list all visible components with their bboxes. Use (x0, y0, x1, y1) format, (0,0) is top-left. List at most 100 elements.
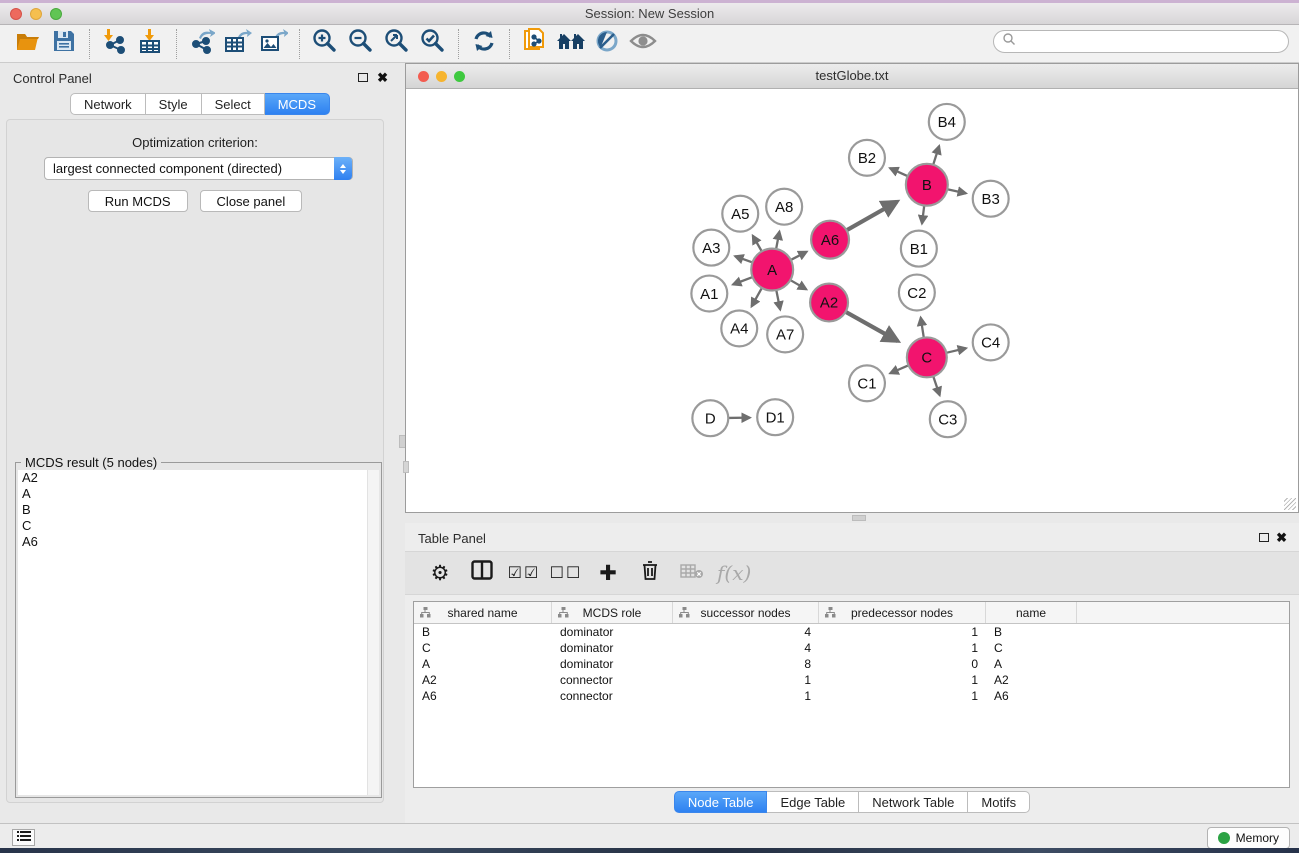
node-A4[interactable]: A4 (721, 310, 757, 346)
node-A8[interactable]: A8 (766, 189, 802, 225)
hide-selected-button[interactable] (589, 28, 625, 60)
criterion-dropdown[interactable]: largest connected component (directed) (44, 157, 353, 180)
node-B[interactable]: B (906, 164, 948, 206)
column-header-shared-name[interactable]: shared name (414, 602, 552, 623)
node-B2[interactable]: B2 (849, 140, 885, 176)
tab-node-table[interactable]: Node Table (674, 791, 768, 813)
tab-motifs[interactable]: Motifs (968, 791, 1030, 813)
deselect-all-rows-button[interactable]: ☐☐ (549, 563, 583, 583)
close-window-button[interactable] (10, 8, 22, 20)
edge-A6-B[interactable] (847, 202, 897, 231)
import-table-button[interactable] (133, 28, 169, 60)
result-item[interactable]: A2 (18, 470, 379, 486)
tab-mcds[interactable]: MCDS (265, 93, 330, 115)
zoom-in-button[interactable] (307, 28, 343, 60)
edge-C-C1[interactable] (890, 365, 908, 373)
node-C1[interactable]: C1 (849, 365, 885, 401)
column-visibility-button[interactable] (465, 560, 499, 586)
mcds-result-list[interactable]: A2ABCA6 (18, 470, 379, 795)
node-C3[interactable]: C3 (930, 401, 966, 437)
node-B3[interactable]: B3 (973, 181, 1009, 217)
zoom-fit-button[interactable] (379, 28, 415, 60)
edge-A-A5[interactable] (753, 236, 762, 252)
node-A6[interactable]: A6 (811, 221, 849, 259)
table-row[interactable]: A2connector11A2 (414, 672, 1289, 688)
close-table-panel-icon[interactable]: ✖ (1276, 530, 1287, 546)
horizontal-splitter-handle[interactable] (852, 515, 866, 521)
window-resize-grip[interactable] (1284, 498, 1296, 510)
select-all-rows-button[interactable]: ☑☑ (507, 563, 541, 583)
new-network-from-selection-button[interactable] (517, 28, 553, 60)
node-A3[interactable]: A3 (693, 230, 729, 266)
edge-A-A8[interactable] (776, 232, 779, 249)
delete-column-button[interactable] (633, 560, 667, 587)
show-panels-button[interactable] (12, 829, 35, 846)
zoom-network-button[interactable] (454, 71, 465, 82)
result-list-scrollbar[interactable] (367, 470, 379, 795)
table-row[interactable]: A6connector11A6 (414, 688, 1289, 704)
edge-B-B2[interactable] (890, 168, 908, 176)
node-B4[interactable]: B4 (929, 104, 965, 140)
edge-A-A2[interactable] (790, 280, 806, 289)
edge-C-C4[interactable] (946, 348, 966, 353)
edge-A-A1[interactable] (733, 277, 753, 284)
table-row[interactable]: Bdominator41B (414, 624, 1289, 640)
zoom-out-button[interactable] (343, 28, 379, 60)
tab-network[interactable]: Network (70, 93, 146, 115)
close-panel-icon[interactable]: ✖ (377, 70, 388, 86)
column-header-MCDS-role[interactable]: MCDS role (552, 602, 673, 623)
table-row[interactable]: Adominator80A (414, 656, 1289, 672)
edge-C-C3[interactable] (933, 376, 939, 395)
export-image-button[interactable] (256, 28, 292, 60)
tab-style[interactable]: Style (146, 93, 202, 115)
edge-B-B1[interactable] (922, 206, 924, 224)
run-mcds-button[interactable]: Run MCDS (88, 190, 188, 212)
search-input[interactable] (1016, 35, 1288, 49)
table-row[interactable]: Cdominator41C (414, 640, 1289, 656)
zoom-selected-button[interactable] (415, 28, 451, 60)
edge-A-A7[interactable] (776, 290, 780, 309)
export-table-button[interactable] (220, 28, 256, 60)
result-item[interactable]: B (18, 502, 379, 518)
edge-A2-C[interactable] (846, 312, 898, 341)
tab-edge-table[interactable]: Edge Table (767, 791, 859, 813)
save-session-button[interactable] (46, 28, 82, 60)
edge-B-B3[interactable] (947, 189, 966, 193)
close-panel-button[interactable]: Close panel (200, 190, 303, 212)
memory-button[interactable]: Memory (1207, 827, 1290, 849)
column-header-successor-nodes[interactable]: successor nodes (673, 602, 819, 623)
float-table-panel-icon[interactable] (1259, 533, 1269, 542)
horizontal-splitter[interactable] (405, 513, 1299, 523)
close-network-button[interactable] (418, 71, 429, 82)
minimize-window-button[interactable] (30, 8, 42, 20)
node-A5[interactable]: A5 (722, 196, 758, 232)
show-all-button[interactable] (625, 28, 661, 60)
node-A7[interactable]: A7 (767, 316, 803, 352)
node-D[interactable]: D (692, 400, 728, 436)
node-B1[interactable]: B1 (901, 231, 937, 267)
node-D1[interactable]: D1 (757, 399, 793, 435)
edge-C-C2[interactable] (921, 318, 924, 338)
import-network-button[interactable] (97, 28, 133, 60)
first-neighbors-button[interactable] (553, 28, 589, 60)
node-C2[interactable]: C2 (899, 275, 935, 311)
result-item[interactable]: A6 (18, 534, 379, 550)
table-settings-button[interactable]: ⚙ (423, 561, 457, 586)
edge-B-B4[interactable] (933, 146, 939, 165)
edge-A-A3[interactable] (735, 256, 752, 262)
create-column-button[interactable]: ✚ (591, 561, 625, 586)
refresh-view-button[interactable] (466, 28, 502, 60)
network-canvas[interactable]: AA1A2A3A4A5A6A7A8BB1B2B3B4CC1C2C3C4DD1 (406, 89, 1298, 512)
tab-network-table[interactable]: Network Table (859, 791, 968, 813)
function-builder-button[interactable]: f(x) (717, 561, 751, 585)
node-A1[interactable]: A1 (691, 276, 727, 312)
export-network-button[interactable] (184, 28, 220, 60)
node-A[interactable]: A (751, 249, 793, 291)
result-item[interactable]: A (18, 486, 379, 502)
node-C4[interactable]: C4 (973, 324, 1009, 360)
result-item[interactable]: C (18, 518, 379, 534)
edge-A-A4[interactable] (752, 288, 762, 306)
edge-A-A6[interactable] (791, 252, 807, 260)
node-C[interactable]: C (907, 337, 947, 377)
column-header-predecessor-nodes[interactable]: predecessor nodes (819, 602, 986, 623)
